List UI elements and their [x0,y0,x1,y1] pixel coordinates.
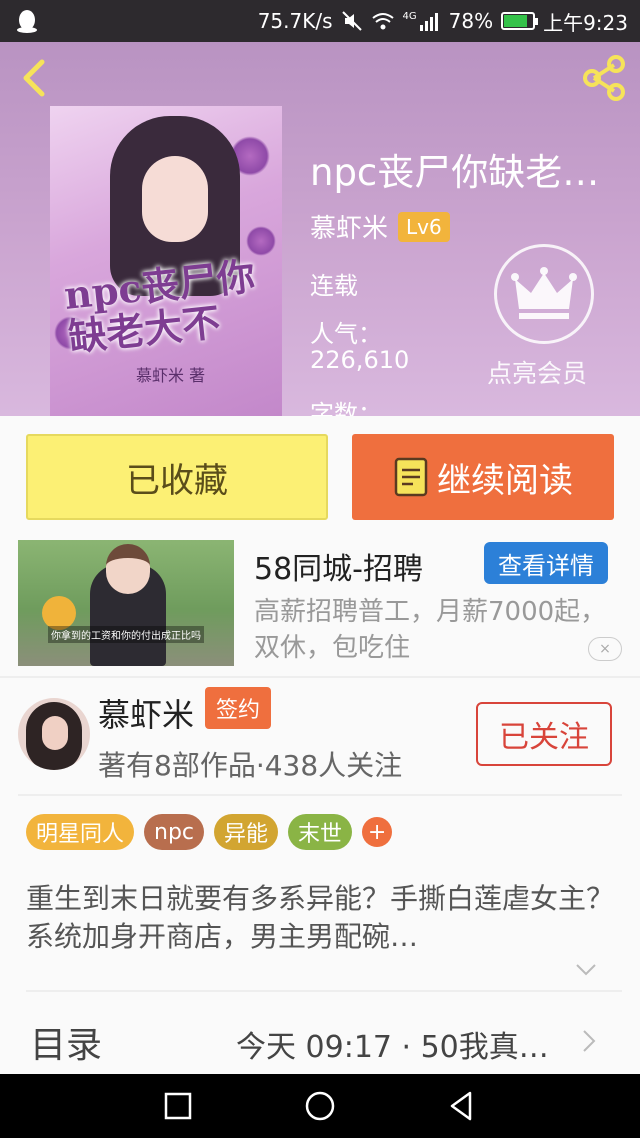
avatar-face [42,716,68,750]
divider [18,794,622,796]
qq-icon [17,10,37,33]
vip-label[interactable]: 点亮会员 [487,354,587,390]
ad-person-head [106,544,150,594]
ad-detail-button[interactable]: 查看详情 [484,542,608,584]
word-count-label: 字数： [310,400,382,416]
ad-coin [42,596,76,630]
latest-chapter[interactable]: 今天 09:17 · 50我真… [236,1022,566,1066]
battery-fill [504,15,528,27]
system-nav-bar [0,1074,640,1138]
collected-button[interactable]: 已收藏 [26,434,328,520]
cover-flower [246,226,276,256]
follow-button[interactable]: 已关注 [476,702,612,766]
signed-badge: 签约 [205,687,271,729]
popularity-label: 人气： [310,320,382,348]
synopsis[interactable]: 重生到末日就要有多系异能？手撕白莲虐女主？系统加身开商店，男主男配碗… [26,880,618,956]
popularity-value: 226,610 [310,346,410,374]
ad-close-button[interactable]: × [588,637,622,661]
crown-icon [511,267,577,319]
status-bar: 75.7K/s 4G 78% 上午9:23 [0,0,640,42]
book-title: npc丧尸你缺老… [310,151,600,194]
cover-title-art: npc丧尸你缺老大不 [61,253,257,360]
battery-icon [501,12,539,30]
tag-item[interactable]: 明星同人 [26,814,135,850]
signal-label: 4G [402,10,417,22]
tag-list: 明星同人 npc 异能 末世 + [26,814,393,850]
chevron-down-icon[interactable] [574,960,598,980]
back-icon[interactable] [14,56,54,100]
ad-image-caption: 你拿到的工资和你的付出成正比吗 [48,626,204,643]
continue-reading-label: 继续阅读 [437,460,573,501]
signal-icon [419,13,438,31]
cover-author-art: 慕虾米 著 [136,366,206,385]
clock: 上午9:23 [543,10,628,35]
share-icon[interactable] [580,54,628,102]
level-badge: Lv6 [398,211,450,242]
home-icon[interactable] [302,1088,338,1124]
vip-button[interactable] [494,244,594,344]
more-tags-button[interactable]: + [362,817,393,847]
tag-item[interactable]: 异能 [214,814,279,850]
ad-description[interactable]: 高薪招聘普工，月薪7000起，双休，包吃住 [254,594,614,666]
author-stats: 著有8部作品·438人关注 [98,749,403,782]
author-avatar[interactable] [18,698,90,770]
book-header: npc丧尸你缺老大不 慕虾米 著 npc丧尸你缺老… 慕虾米 Lv6 连载 人气… [0,42,640,416]
book-cover[interactable]: npc丧尸你缺老大不 慕虾米 著 [50,106,282,416]
cover-face [142,156,208,242]
tag-item[interactable]: npc [144,814,205,850]
battery-percent: 78% [448,9,494,33]
book-icon [394,457,428,497]
author-row: 慕虾米 Lv6 [310,208,450,245]
back-nav-icon[interactable] [444,1088,480,1124]
toc-label[interactable]: 目录 [30,1016,102,1068]
status-right: 75.7K/s 4G 78% 上午9:23 [258,0,628,42]
chevron-right-icon[interactable] [580,1028,598,1054]
continue-reading-button[interactable]: 继续阅读 [352,434,614,520]
tag-item[interactable]: 末世 [288,814,353,850]
divider [26,990,622,992]
ad-title[interactable]: 58同城-招聘 [254,544,423,588]
book-author[interactable]: 慕虾米 [310,208,388,245]
serial-status: 连载 [310,272,358,300]
mute-icon [341,11,362,31]
recent-apps-icon[interactable] [160,1088,196,1124]
network-speed: 75.7K/s [257,9,333,33]
collected-label: 已收藏 [126,460,228,501]
wifi-icon [371,13,394,30]
divider [0,676,640,678]
ad-image[interactable]: 你拿到的工资和你的付出成正比吗 [18,540,234,666]
author-name[interactable]: 慕虾米 [98,690,194,736]
